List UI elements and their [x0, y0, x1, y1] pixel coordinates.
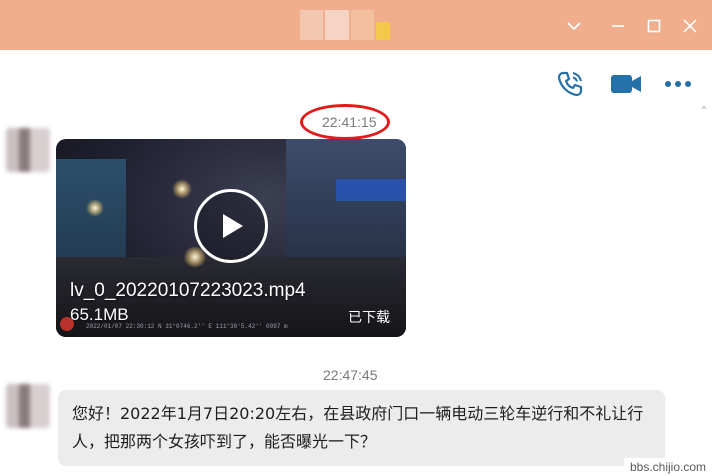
- video-filesize: 65.1MB: [70, 305, 129, 324]
- street-light: [172, 179, 192, 199]
- video-message[interactable]: lv_0_20220107223023.mp4 65.1MB 已下载 2022/…: [56, 139, 406, 337]
- minimize-icon[interactable]: [606, 14, 630, 38]
- dashcam-logo-icon: [60, 317, 74, 331]
- message-timestamp: 22:47:45: [323, 367, 378, 383]
- video-frame-sign: [336, 179, 406, 201]
- watermark: bbs.chijio.com: [623, 458, 712, 476]
- video-call-icon[interactable]: [608, 66, 644, 102]
- close-icon[interactable]: [678, 14, 702, 38]
- street-light: [86, 199, 104, 217]
- video-filename: lv_0_20220107223023.mp4: [70, 280, 306, 301]
- play-icon[interactable]: [194, 189, 268, 263]
- avatar[interactable]: [6, 384, 50, 428]
- highlight-circle: [300, 104, 390, 140]
- more-icon[interactable]: [660, 66, 696, 102]
- text-message[interactable]: 您好！2022年1月7日20:20左右，在县政府门口一辆电动三轮车逆行和不礼让行…: [58, 390, 665, 466]
- blurred-contact-name: [300, 10, 390, 40]
- title-bar: [0, 0, 712, 50]
- maximize-icon[interactable]: [642, 14, 666, 38]
- chevron-down-icon[interactable]: [562, 14, 586, 38]
- download-status: 已下载: [348, 310, 390, 326]
- avatar[interactable]: [6, 128, 50, 172]
- collapse-icon[interactable]: ⌃: [696, 104, 712, 120]
- video-overlay-text: 2022/01/07 22:30:12 N 31°0746.2'' E 111°…: [86, 323, 288, 330]
- voice-call-icon[interactable]: [552, 66, 588, 102]
